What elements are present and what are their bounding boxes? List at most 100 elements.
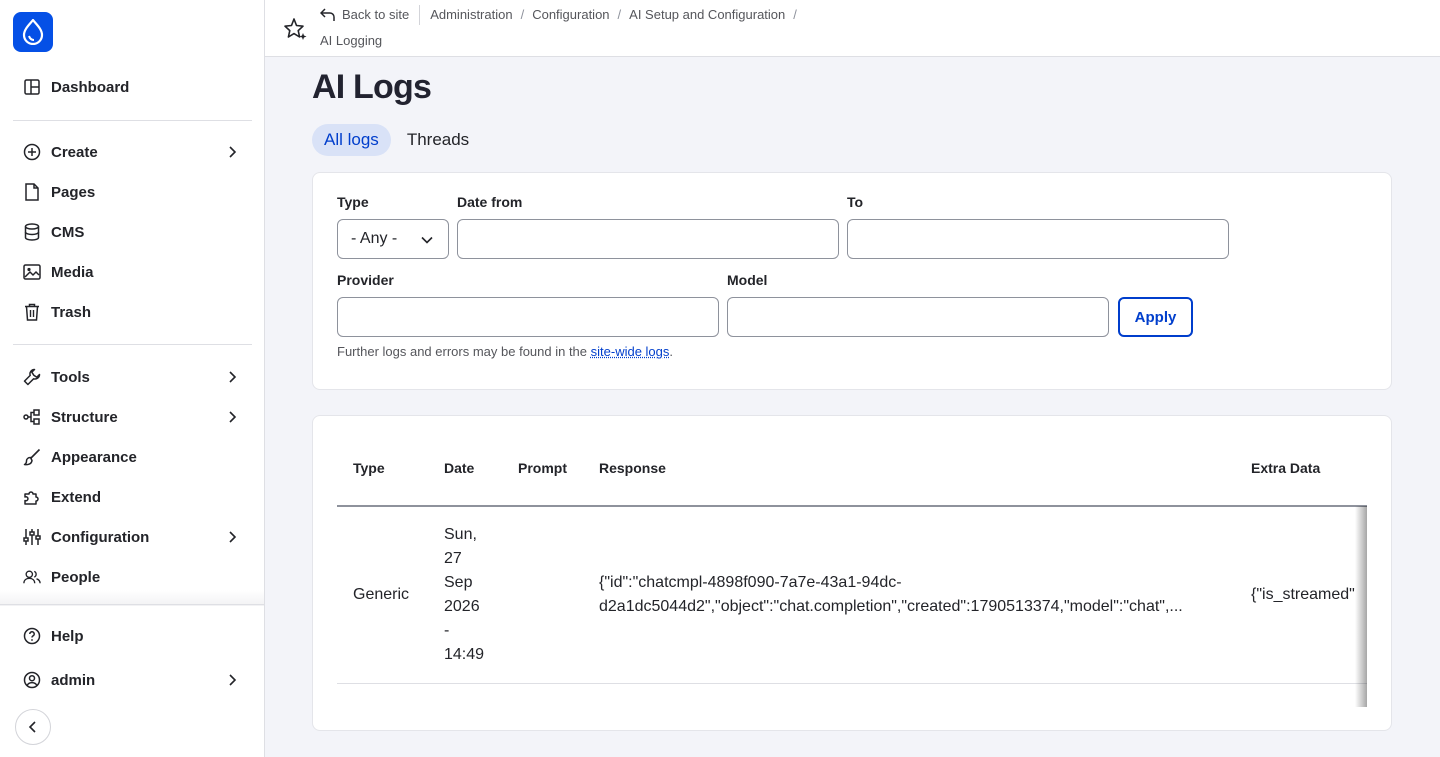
column-header-type[interactable]: Type [353, 460, 385, 476]
apply-button[interactable]: Apply [1118, 297, 1193, 337]
type-select-value: - Any - [351, 230, 398, 247]
chevron-right-icon [229, 531, 237, 543]
cell-extra-data: {"is_streamed":f [1251, 586, 1355, 603]
chevron-right-icon [229, 674, 237, 686]
column-header-prompt[interactable]: Prompt [518, 460, 567, 476]
date-line: 27 [444, 550, 462, 567]
column-header-date[interactable]: Date [444, 460, 474, 476]
provider-label: Provider [337, 272, 394, 288]
sidebar-item-label: Extend [51, 488, 102, 506]
sidebar-item-label: Help [51, 627, 84, 645]
sidebar-item-label: Dashboard [51, 78, 130, 96]
date-line: Sun, [444, 526, 477, 543]
sidebar-item-dashboard[interactable]: Dashboard [13, 69, 252, 105]
divider [13, 120, 252, 121]
date-line: - [444, 622, 450, 639]
sidebar-item-create[interactable]: Create [13, 134, 252, 170]
sidebar-item-pages[interactable]: Pages [13, 174, 252, 210]
divider [0, 604, 264, 605]
breadcrumb-ai-setup[interactable]: AI Setup and Configuration [629, 6, 785, 24]
chevron-right-icon [229, 146, 237, 158]
page-icon [23, 183, 41, 201]
sidebar-item-label: Pages [51, 183, 96, 201]
puzzle-icon [23, 488, 41, 506]
breadcrumb-separator: / [793, 7, 797, 22]
tab-threads[interactable]: Threads [395, 124, 481, 156]
brush-icon [23, 448, 41, 466]
top-bar: Back to site Administration / Configurat… [265, 0, 1440, 57]
model-label: Model [727, 272, 768, 288]
database-icon [23, 223, 41, 241]
chevron-down-icon [421, 236, 433, 244]
date-to-input[interactable] [847, 219, 1229, 259]
page-title: AI Logs [312, 68, 432, 106]
response-line: {"id":"chatcmpl-4898f090-7a7e-43a1-94dc- [599, 574, 902, 591]
column-header-response[interactable]: Response [599, 460, 666, 476]
breadcrumb-current: AI Logging [320, 33, 383, 48]
help-text: Further logs and errors may be found in … [337, 344, 673, 359]
table-header-divider [337, 505, 1367, 507]
sidebar-item-label: People [51, 568, 101, 586]
model-input[interactable] [727, 297, 1109, 337]
date-from-input[interactable] [457, 219, 839, 259]
sidebar-item-structure[interactable]: Structure [13, 399, 252, 435]
row-divider [337, 683, 1367, 684]
cell-type: Generic [353, 586, 410, 603]
sidebar-item-label: Appearance [51, 448, 137, 466]
chevron-right-icon [229, 411, 237, 423]
sidebar-item-label: Tools [51, 368, 90, 386]
date-to-label: To [847, 194, 864, 210]
sidebar-item-cms[interactable]: CMS [13, 214, 252, 250]
sidebar-item-configuration[interactable]: Configuration [13, 519, 252, 555]
help-text-prefix: Further logs and errors may be found in … [337, 344, 591, 359]
tabs: All logs Threads [312, 124, 481, 156]
breadcrumb-separator: / [617, 7, 622, 22]
sidebar-item-help[interactable]: Help [13, 618, 252, 654]
sidebar: Dashboard Create Pages CMS Media Trash T… [0, 0, 265, 757]
type-select[interactable]: - Any - [337, 219, 449, 259]
media-icon [23, 263, 41, 281]
site-wide-logs-link[interactable]: site-wide logs [591, 344, 670, 359]
provider-input[interactable] [337, 297, 719, 337]
sidebar-item-label: Create [51, 143, 98, 161]
user-icon [23, 671, 41, 689]
shortcut-star-icon[interactable] [283, 16, 309, 42]
structure-icon [23, 408, 41, 426]
chevron-right-icon [229, 371, 237, 383]
breadcrumb: Back to site Administration / Configurat… [320, 5, 805, 50]
sidebar-item-label: Trash [51, 303, 92, 321]
back-to-site-link[interactable]: Back to site [320, 6, 409, 24]
sidebar-item-tools[interactable]: Tools [13, 359, 252, 395]
help-icon [23, 627, 41, 645]
sidebar-item-label: admin [51, 671, 96, 689]
type-label: Type [337, 194, 369, 210]
dashboard-icon [23, 78, 41, 96]
filter-form: Type - Any - Date from To Provider Model… [312, 172, 1392, 390]
sidebar-item-admin[interactable]: admin [13, 662, 252, 698]
tab-all-logs[interactable]: All logs [312, 124, 391, 156]
sidebar-item-extend[interactable]: Extend [13, 479, 252, 515]
sidebar-item-appearance[interactable]: Appearance [13, 439, 252, 475]
response-line: d2a1dc5044d2","object":"chat.completion"… [599, 598, 1183, 615]
breadcrumb-separator: / [520, 7, 525, 22]
date-from-label: Date from [457, 194, 523, 210]
date-line: Sep [444, 574, 473, 591]
chevron-left-icon [28, 721, 36, 733]
sidebar-item-label: Media [51, 263, 94, 281]
back-arrow-icon [320, 8, 335, 21]
sidebar-item-trash[interactable]: Trash [13, 294, 252, 330]
trash-icon [23, 303, 41, 321]
drupal-logo[interactable] [13, 12, 53, 52]
horizontal-scroll-shadow [1355, 506, 1367, 707]
plus-circle-icon [23, 143, 41, 161]
cell-date: Sun, 27 Sep 2026 - 14:49 [444, 523, 484, 667]
people-icon [23, 568, 41, 586]
breadcrumb-configuration[interactable]: Configuration [532, 6, 609, 24]
date-line: 2026 [444, 598, 480, 615]
sidebar-item-label: Configuration [51, 528, 150, 546]
sidebar-item-media[interactable]: Media [13, 254, 252, 290]
wrench-icon [23, 368, 41, 386]
breadcrumb-administration[interactable]: Administration [430, 6, 512, 24]
collapse-sidebar-button[interactable] [15, 709, 51, 745]
divider [13, 344, 252, 345]
